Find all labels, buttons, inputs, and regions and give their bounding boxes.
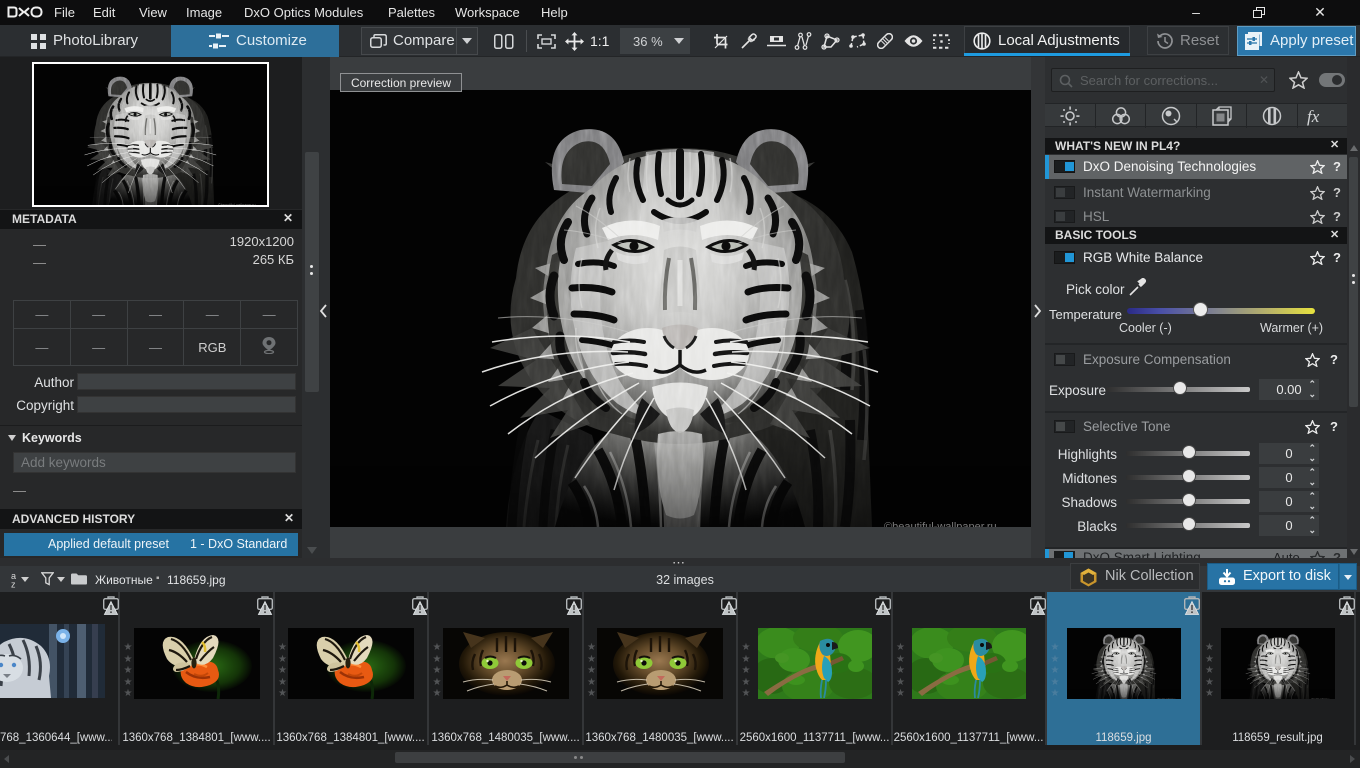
svg-text:fx: fx [1307,107,1320,126]
svg-text:z: z [11,580,16,589]
